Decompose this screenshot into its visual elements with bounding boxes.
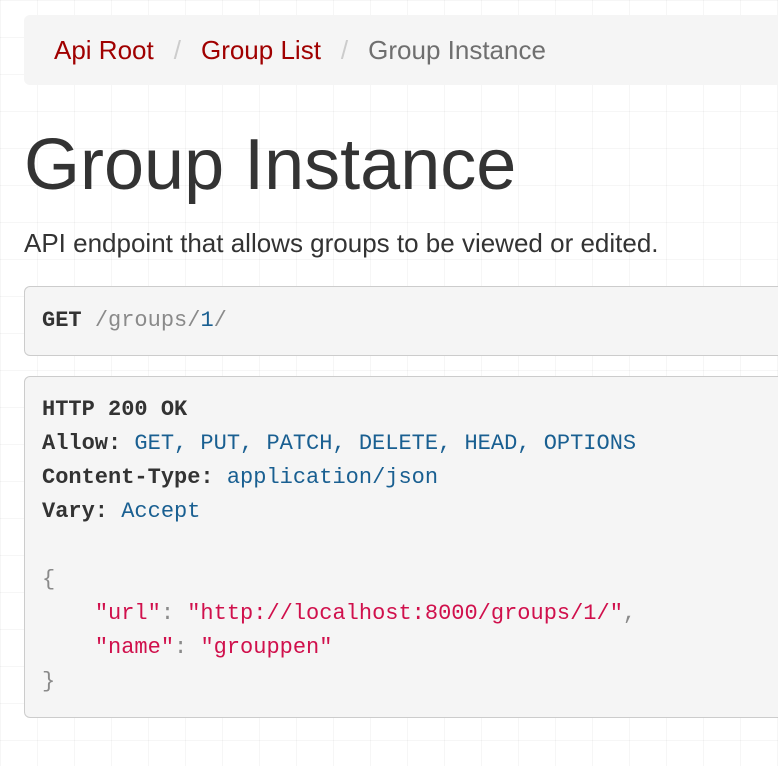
breadcrumb-link-group-list[interactable]: Group List [201,35,321,66]
page-title: Group Instance [24,125,517,205]
header-name-allow: Allow: [42,431,122,456]
json-key-url: "url" [94,601,161,626]
header-value-vary: Accept [121,499,201,524]
response-info: HTTP 200 OK Allow: GET, PUT, PATCH, DELET… [24,376,778,718]
json-close-brace: } [42,669,56,694]
json-key-name: "name" [94,635,175,660]
header-name-content-type: Content-Type: [42,465,214,490]
json-open-brace: { [42,567,56,592]
breadcrumb: Api Root / Group List / Group Instance [24,15,778,85]
json-colon: : [160,601,175,626]
response-status: HTTP 200 OK [42,397,188,422]
request-info: GET /groups/1/ [24,286,778,356]
header-value-allow: GET, PUT, PATCH, DELETE, HEAD, OPTIONS [134,431,637,456]
json-value-name: "grouppen" [200,635,333,660]
json-comma: , [622,601,637,626]
json-value-url: "http://localhost:8000/groups/1/" [187,601,623,626]
endpoint-description: API endpoint that allows groups to be vi… [24,228,659,258]
breadcrumb-separator: / [173,34,181,65]
header-name-vary: Vary: [42,499,109,524]
breadcrumb-separator: / [340,34,349,65]
breadcrumb-current-page: Group Instance [368,34,546,65]
header-value-content-type: application/json [226,465,439,490]
request-path-id: 1 [200,308,214,333]
request-path-prefix: /groups/ [94,308,201,333]
request-method: GET [42,308,82,333]
breadcrumb-link-api-root[interactable]: Api Root [54,35,154,66]
request-path-suffix: / [213,308,227,333]
json-colon: : [174,635,188,660]
